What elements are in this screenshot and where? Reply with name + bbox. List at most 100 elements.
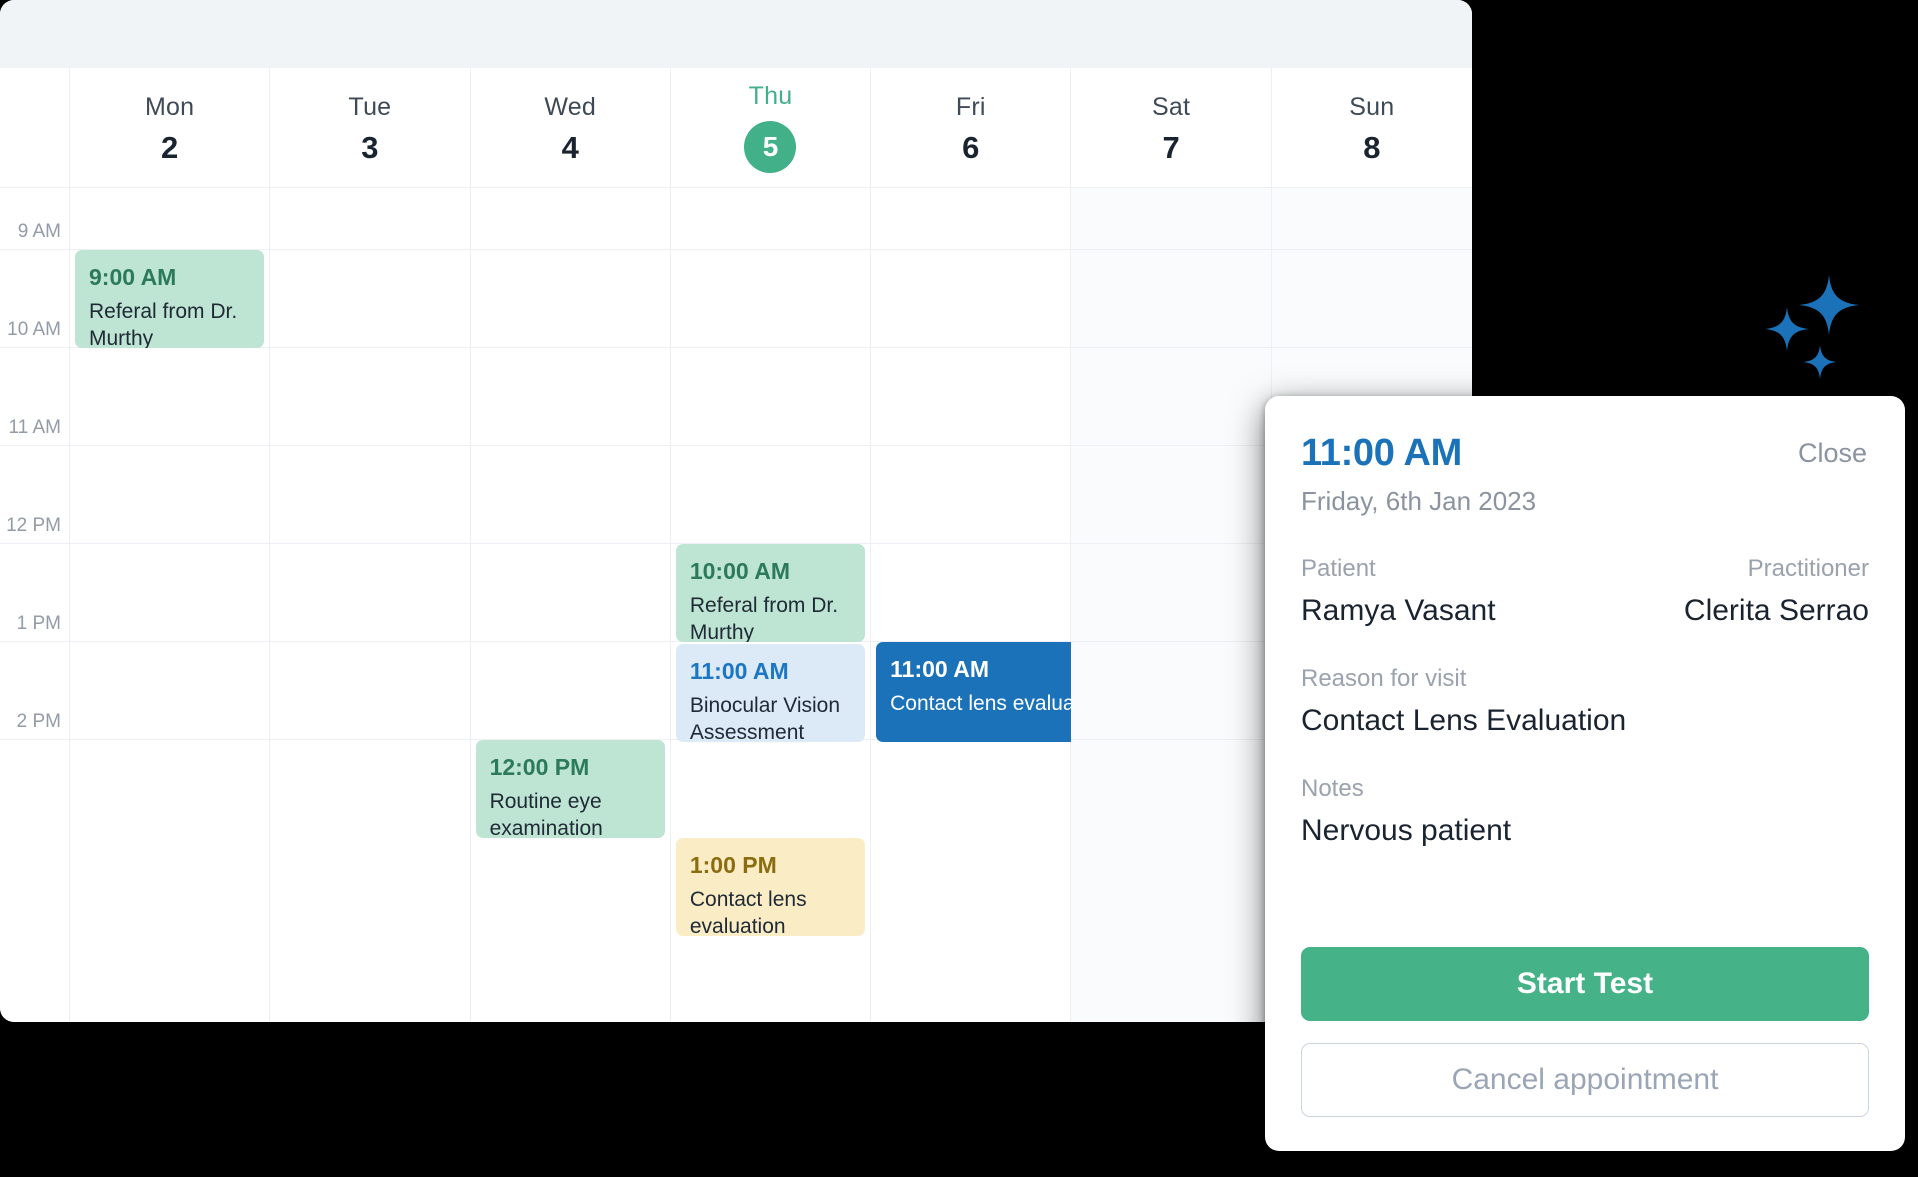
cell-wed-1pm[interactable] (470, 544, 670, 642)
time-slot-10am: 10 AM (0, 250, 69, 348)
event-title: Binocular Vision Assessment (689, 693, 841, 742)
time-slot-9am: 9 AM (0, 188, 69, 250)
cell-thu-9am[interactable] (670, 188, 871, 250)
event-thu-10am[interactable]: 10:00 AM Referal from Dr. Murthy (675, 544, 866, 642)
event-time: 9:00 AM (89, 264, 177, 290)
cell-mon-11am[interactable] (70, 348, 270, 446)
event-title: Routine eye examination (489, 789, 603, 838)
day-column-mon[interactable]: 9:00 AM Referal from Dr. Murthy (70, 188, 271, 1022)
cell-sat-1pm[interactable] (1071, 544, 1271, 642)
day-header-sat[interactable]: Sat 7 (1071, 68, 1272, 188)
cell-sun-9am[interactable] (1271, 188, 1472, 250)
cell-fri-12pm[interactable] (871, 446, 1071, 544)
event-title: Contact lens evaluation (689, 887, 807, 936)
time-label-12pm: 12 PM (6, 515, 61, 536)
day-column-sat[interactable] (1071, 188, 1272, 1022)
cell-wed-9am[interactable] (470, 188, 670, 250)
calendar-card: Mon 2 Tue 3 Wed 4 Thu 5 Fri 6 Sat 7 Sun … (0, 0, 1472, 1022)
cancel-appointment-button[interactable]: Cancel appointment (1301, 1043, 1869, 1117)
reason-label: Reason for visit (1301, 664, 1467, 692)
cell-mon-2pm[interactable] (70, 642, 270, 740)
day-name-wed: Wed (544, 92, 596, 121)
cell-tue-2pm[interactable] (270, 642, 470, 740)
day-column-fri[interactable]: 11:00 AM Contact lens evaluation (871, 188, 1131, 1022)
cell-mon-9am[interactable] (70, 188, 270, 250)
day-header-wed[interactable]: Wed 4 (470, 68, 671, 188)
panel-header: 11:00 AM Close (1301, 432, 1869, 474)
cell-sat-9am[interactable] (1071, 188, 1271, 250)
day-column-wed[interactable]: 12:00 PM Routine eye examination (470, 188, 671, 1022)
time-slot-2pm: 2 PM (0, 642, 69, 740)
day-name-thu: Thu (748, 82, 793, 110)
cell-tue-1pm[interactable] (270, 544, 470, 642)
sparkle-icon-medium (1765, 307, 1809, 351)
cell-tue-9am[interactable] (270, 188, 470, 250)
day-column-tue[interactable] (270, 188, 471, 1022)
day-header-fri[interactable]: Fri 6 (871, 68, 1072, 188)
cell-wed-10am[interactable] (470, 250, 670, 348)
cell-tue-12pm[interactable] (270, 446, 470, 544)
cell-sat-2pm[interactable] (1071, 642, 1271, 740)
day-name-mon: Mon (145, 92, 195, 121)
day-number-fri: 6 (962, 129, 980, 165)
cell-sun-10am[interactable] (1271, 250, 1472, 348)
day-header-thu[interactable]: Thu 5 (670, 68, 872, 188)
event-thu-1pm[interactable]: 1:00 PM Contact lens evaluation (675, 838, 866, 936)
day-number-tue: 3 (361, 129, 379, 165)
cell-tue-11am[interactable] (270, 348, 470, 446)
day-number-mon: 2 (161, 129, 179, 165)
cell-wed-2pm[interactable] (470, 642, 670, 740)
event-time: 12:00 PM (489, 754, 590, 780)
event-title: Referal from Dr. Murthy (689, 593, 839, 642)
time-slot-11am: 11 AM (0, 348, 69, 446)
event-thu-11am[interactable]: 11:00 AM Binocular Vision Assessment (675, 644, 866, 742)
time-label-11am: 11 AM (8, 417, 61, 438)
day-name-tue: Tue (348, 92, 392, 121)
cell-thu-10am[interactable] (670, 250, 871, 348)
cell-tue-10am[interactable] (270, 250, 470, 348)
cell-sat-11am[interactable] (1071, 348, 1271, 446)
day-number-thu-today: 5 (744, 121, 797, 173)
event-mon-9am[interactable]: 9:00 AM Referal from Dr. Murthy (75, 250, 265, 348)
event-title: Referal from Dr. Murthy (89, 299, 238, 348)
day-name-fri: Fri (955, 92, 986, 121)
cell-fri-1pm[interactable] (871, 544, 1071, 642)
cell-thu-11am[interactable] (670, 348, 871, 446)
panel-actions: Start Test Cancel appointment (1301, 947, 1869, 1117)
reason-field: Reason for visit Contact Lens Evaluation (1301, 665, 1869, 739)
time-gutter: 9 AM 10 AM 11 AM 12 PM 1 PM 2 PM (0, 188, 70, 1022)
cell-wed-11am[interactable] (470, 348, 670, 446)
cell-fri-10am[interactable] (871, 250, 1071, 348)
cell-mon-1pm[interactable] (70, 544, 270, 642)
appointment-date: Friday, 6th Jan 2023 (1301, 485, 1537, 516)
cell-fri-9am[interactable] (871, 188, 1071, 250)
day-header-tue[interactable]: Tue 3 (270, 68, 471, 188)
patient-practitioner-row: Patient Ramya Vasant Practitioner Clerit… (1301, 555, 1869, 629)
reason-value: Contact Lens Evaluation (1301, 703, 1627, 737)
start-test-button[interactable]: Start Test (1301, 947, 1869, 1021)
day-header-mon[interactable]: Mon 2 (70, 68, 271, 188)
cell-sat-10am[interactable] (1071, 250, 1271, 348)
day-name-sat: Sat (1152, 92, 1191, 121)
time-label-2pm: 2 PM (16, 711, 61, 732)
patient-label: Patient (1301, 554, 1376, 582)
day-number-sun: 8 (1363, 129, 1381, 165)
cell-sat-12pm[interactable] (1071, 446, 1271, 544)
cell-thu-12pm[interactable] (670, 446, 871, 544)
calendar-header-row: Mon 2 Tue 3 Wed 4 Thu 5 Fri 6 Sat 7 Sun … (0, 68, 1472, 188)
cell-fri-11am[interactable] (871, 348, 1071, 446)
cell-wed-12pm[interactable] (470, 446, 670, 544)
calendar-body: 9 AM 10 AM 11 AM 12 PM 1 PM 2 PM 9:00 AM… (0, 188, 1472, 1022)
day-header-sun[interactable]: Sun 8 (1271, 68, 1472, 188)
calendar-toolbar (0, 0, 1472, 68)
day-column-thu[interactable]: 10:00 AM Referal from Dr. Murthy 11:00 A… (670, 188, 872, 1022)
time-slot-1pm: 1 PM (0, 544, 69, 642)
sparkle-icon-small (1803, 345, 1837, 379)
time-label-10am: 10 AM (7, 319, 61, 340)
practitioner-label: Practitioner (1747, 554, 1869, 582)
close-button[interactable]: Close (1796, 434, 1869, 473)
appointment-time: 11:00 AM (1301, 432, 1462, 474)
event-wed-12pm[interactable]: 12:00 PM Routine eye examination (475, 740, 665, 838)
screen-root: Mon 2 Tue 3 Wed 4 Thu 5 Fri 6 Sat 7 Sun … (0, 0, 1918, 1177)
cell-mon-12pm[interactable] (70, 446, 270, 544)
